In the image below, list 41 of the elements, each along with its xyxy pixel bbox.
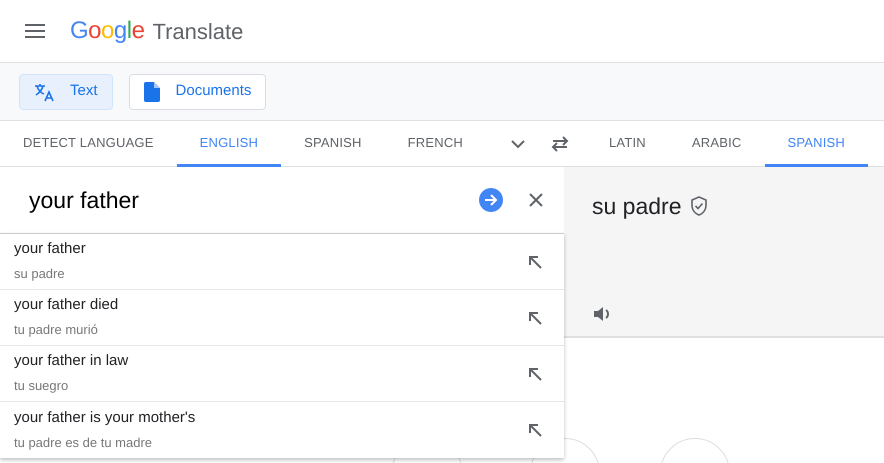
arrow-up-left-icon	[528, 423, 542, 437]
suggestion-translation: tu padre murió	[14, 321, 99, 340]
menu-button[interactable]	[24, 23, 46, 39]
language-tab[interactable]: FRENCH	[384, 121, 486, 167]
suggestion-item[interactable]: your father in law tu suegro	[0, 346, 564, 402]
listen-button[interactable]	[592, 304, 612, 324]
swap-icon	[550, 136, 570, 152]
suggestion-item[interactable]: your father died tu padre murió	[0, 290, 564, 346]
logo: Google	[70, 16, 144, 46]
language-tab[interactable]: ENGLISH	[176, 121, 282, 167]
translation-text: su padre	[592, 192, 682, 221]
speaker-icon	[592, 304, 612, 324]
arrow-up-left-icon	[528, 310, 542, 324]
close-icon	[528, 192, 544, 208]
suggestion-text: your father in law	[14, 351, 128, 370]
translate-button[interactable]	[478, 187, 504, 213]
language-tab[interactable]: DETECT LANGUAGE	[0, 121, 177, 167]
product-name: Translate	[152, 18, 244, 46]
suggestion-translation: su padre	[14, 265, 66, 284]
chevron-down-icon	[510, 138, 526, 148]
documents-button[interactable]: Documents	[128, 74, 266, 110]
suggestion-item[interactable]: your father is your mother's tu padre es de tu madre	[0, 402, 564, 458]
menu-icon	[24, 23, 46, 39]
suggestion-item[interactable]: your father su padre	[0, 234, 564, 290]
translate-icon	[34, 82, 54, 102]
more-languages-button[interactable]	[510, 138, 526, 148]
suggestion-text: your father died	[14, 295, 118, 314]
source-text-field[interactable]: your father	[27, 182, 478, 218]
clear-button[interactable]	[528, 192, 544, 208]
language-tab[interactable]: SPANISH	[281, 121, 385, 167]
text-button[interactable]: Text	[19, 74, 113, 110]
suggestion-text: your father	[14, 239, 86, 258]
arrow-up-left-icon	[528, 254, 542, 268]
swap-languages-button[interactable]	[550, 136, 570, 152]
suggestion-translation: tu padre es de tu madre	[14, 434, 154, 452]
document-icon	[144, 82, 160, 102]
language-tab[interactable]: LATIN	[586, 121, 669, 167]
suggestion-translation: tu suegro	[14, 377, 70, 396]
suggestion-text: your father is your mother's	[14, 408, 196, 427]
arrow-up-left-icon	[528, 366, 542, 380]
language-tab[interactable]: ARABIC	[668, 121, 764, 167]
